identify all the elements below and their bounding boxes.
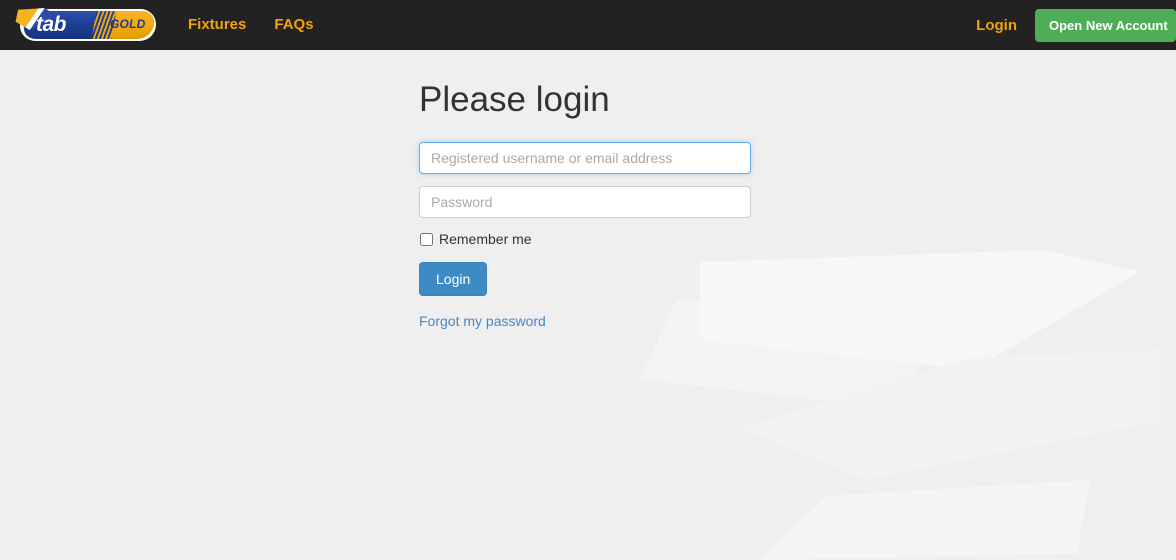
login-submit-button[interactable]: Login [419,262,488,296]
tabgold-logo[interactable]: tab GOLD [14,7,157,43]
main-content: Please login Remember me Login Forgot my… [0,50,1176,331]
header-login-link[interactable]: Login [976,17,1017,34]
nav-faqs[interactable]: FAQs [274,0,313,50]
logo-text-gold: GOLD [110,17,146,31]
login-form: Remember me Login Forgot my password [419,142,751,331]
password-input[interactable] [419,186,751,218]
nav-fixtures[interactable]: Fixtures [188,0,246,50]
site-header: tab GOLD Fixtures FAQs Login Open New Ac… [0,0,1176,50]
remember-me-label[interactable]: Remember me [439,230,532,248]
background-watermark-shape [760,480,1090,560]
remember-me-checkbox[interactable] [420,232,433,246]
username-input[interactable] [419,142,751,174]
open-new-account-button[interactable]: Open New Account [1035,8,1176,42]
header-actions: Login Open New Account [976,8,1176,42]
forgot-password-link[interactable]: Forgot my password [419,312,546,330]
remember-me-row: Remember me [419,230,751,248]
main-nav: Fixtures FAQs [188,0,314,50]
logo-text-tab: tab [36,13,67,36]
page-title: Please login [419,80,610,119]
